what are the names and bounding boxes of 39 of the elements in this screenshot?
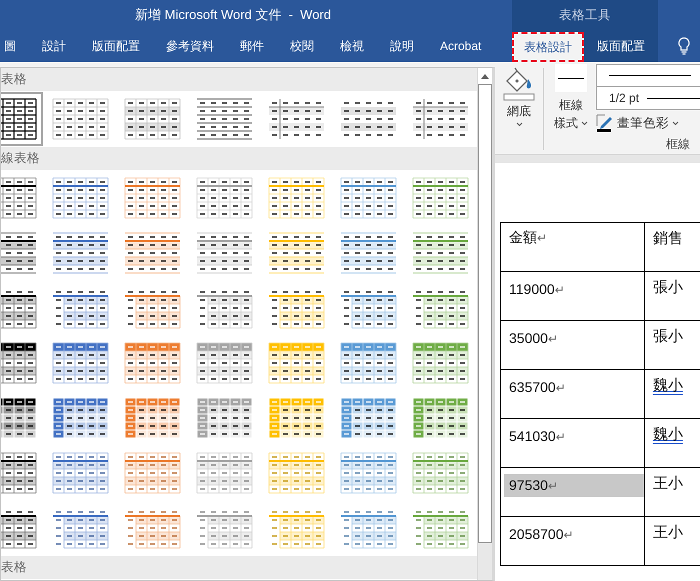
- section-header: 表格: [1, 68, 477, 91]
- pen-weight-dropdown[interactable]: 1/2 pt: [596, 87, 700, 110]
- shading-button[interactable]: 網底: [495, 64, 543, 154]
- group-label: 框線: [666, 136, 690, 153]
- section-header: 線表格: [1, 147, 477, 170]
- scrollbar-thumb[interactable]: [478, 85, 492, 543]
- ribbon-tab[interactable]: 版面配置: [79, 32, 153, 60]
- chevron-down-icon: [581, 121, 588, 126]
- table-cell: 2058700↵: [500, 516, 644, 566]
- table-cell: 35000↵: [500, 320, 644, 370]
- lightbulb-icon[interactable]: [678, 37, 690, 55]
- border-styles-button[interactable]: 框線 樣式: [546, 64, 596, 154]
- table-cell: 119000↵: [500, 272, 644, 320]
- ribbon-tab[interactable]: 參考資料: [153, 32, 227, 60]
- scroll-up-button[interactable]: [478, 68, 492, 85]
- section-header: 表格: [1, 556, 477, 579]
- table-header-cell: 銷售: [644, 222, 700, 272]
- ribbon-tab[interactable]: 說明: [377, 32, 427, 60]
- contextual-group-label: 表格工具: [558, 7, 612, 24]
- ribbon-tab[interactable]: 版面配置: [584, 32, 658, 60]
- ribbon-tab[interactable]: 圖: [0, 32, 29, 60]
- ribbon-tab[interactable]: 校閱: [277, 32, 327, 60]
- table-cell: 541030↵: [500, 418, 644, 468]
- table-cell: 97530↵: [500, 468, 644, 516]
- pen-icon: [596, 114, 614, 132]
- ribbon-tab[interactable]: 設計: [29, 32, 79, 60]
- chevron-down-icon: [672, 120, 679, 126]
- table-cell: 635700↵: [500, 370, 644, 418]
- pen-color-button[interactable]: 畫筆色彩: [596, 114, 700, 132]
- paint-bucket-icon: [501, 67, 537, 101]
- window-title: 新增 Microsoft Word 文件 - Word: [134, 6, 332, 24]
- caret-up-icon: [481, 74, 489, 78]
- table-header-cell: 金額↵: [500, 222, 644, 272]
- ribbon-tab[interactable]: 檢視: [327, 32, 377, 60]
- ribbon-tab[interactable]: 表格設計: [512, 32, 584, 62]
- chevron-down-icon: [516, 122, 522, 127]
- ribbon-tab[interactable]: Acrobat: [427, 32, 494, 60]
- ribbon-tab[interactable]: 郵件: [227, 32, 277, 60]
- pen-style-dropdown[interactable]: [596, 64, 700, 87]
